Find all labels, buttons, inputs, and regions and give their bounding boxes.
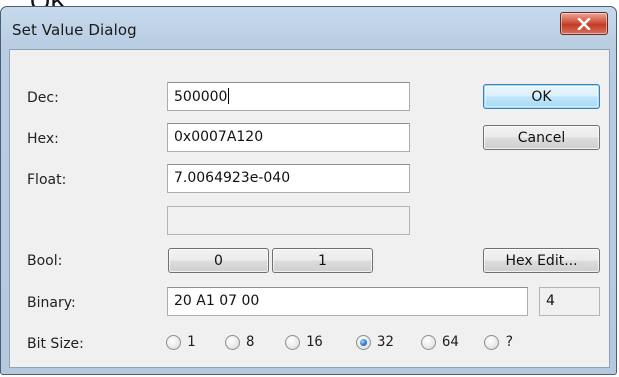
bitsize-radio-64[interactable]: 64 [421,334,459,350]
bitsize-radio-16[interactable]: 16 [285,334,323,350]
extra-field-disabled [167,206,410,235]
bitsize-option-label: 1 [187,334,196,350]
bitsize-radio-1[interactable]: 1 [166,334,195,350]
radio-button-icon [225,334,240,350]
bitsize-option-label: 8 [246,334,255,350]
bit-size-label: Bit Size: [27,336,84,352]
radio-button-selected-icon [356,334,371,350]
bitsize-option-label: 32 [377,334,394,350]
bool-1-button[interactable]: 1 [272,248,373,273]
dialog-client-area: Dec: 500000 Hex: 0x0007A120 Float: 7.006… [9,49,610,368]
bitsize-option-label: ? [505,334,514,350]
hex-label: Hex: [27,131,59,147]
hex-edit-button[interactable]: Hex Edit... [483,248,600,273]
radio-button-icon [484,334,499,350]
dec-field[interactable]: 500000 [167,82,410,111]
set-value-dialog: Set Value Dialog Dec: 500000 Hex: 0x0007… [0,6,617,375]
float-label: Float: [27,172,67,188]
bitsize-radio-32[interactable]: 32 [356,334,394,350]
bool-0-button[interactable]: 0 [168,248,269,273]
bitsize-option-label: 64 [442,334,459,350]
close-button[interactable] [560,12,608,35]
dec-label: Dec: [27,90,59,106]
dec-value: 500000 [174,89,228,105]
hex-field[interactable]: 0x0007A120 [167,123,410,152]
cancel-button[interactable]: Cancel [483,125,600,150]
binary-field[interactable]: 20 A1 07 00 [167,287,528,316]
byte-count-field: 4 [539,287,600,316]
radio-button-icon [421,334,436,350]
float-field[interactable]: 7.0064923e-040 [167,164,410,193]
text-caret [228,88,230,104]
bitsize-radio-unknown[interactable]: ? [484,334,513,350]
radio-button-icon [285,334,300,350]
title-bar[interactable]: Set Value Dialog [1,7,616,49]
bitsize-radio-8[interactable]: 8 [225,334,254,350]
bitsize-option-label: 16 [306,334,323,350]
binary-label: Binary: [27,295,76,311]
window-title: Set Value Dialog [12,21,137,39]
bool-label: Bool: [27,253,63,269]
radio-button-icon [166,334,181,350]
ok-button[interactable]: OK [483,84,600,109]
close-x-icon [577,17,591,30]
